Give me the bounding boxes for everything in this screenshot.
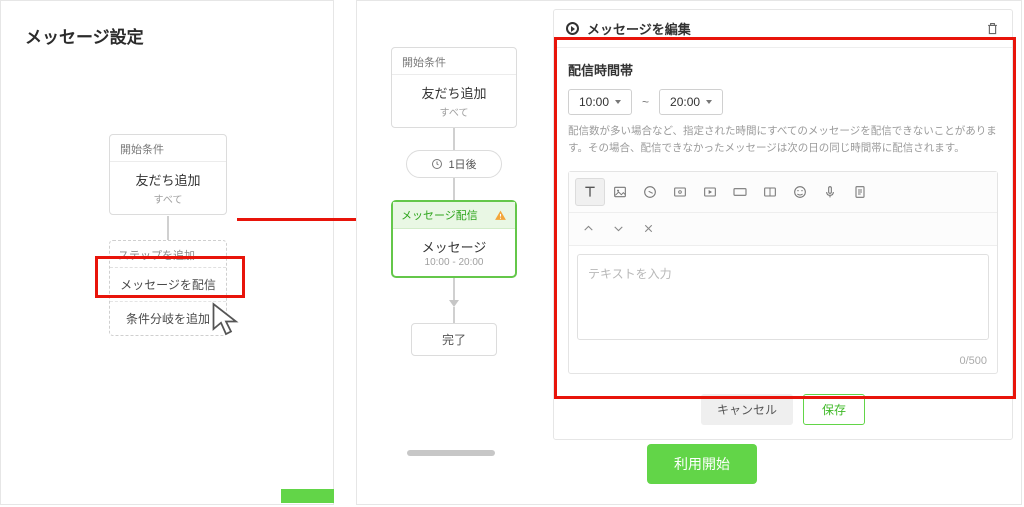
time-to-value: 20:00 xyxy=(670,95,700,109)
toolbar-voice-button[interactable] xyxy=(815,178,845,206)
connector-line xyxy=(167,216,169,240)
char-counter: 0/500 xyxy=(569,353,997,373)
right-panel: 開始条件 友だち追加 すべて 1日後 メッセージ配信 メッセージ 10:00 -… xyxy=(356,0,1022,505)
edit-panel-header: メッセージを編集 xyxy=(554,10,1012,48)
horizontal-scrollbar[interactable] xyxy=(407,450,495,456)
remove-block-button[interactable] xyxy=(635,217,661,241)
message-card-label: メッセージ xyxy=(393,229,515,257)
flow-message-card[interactable]: メッセージ配信 メッセージ 10:00 - 20:00 xyxy=(391,200,517,278)
toolbar-video-button[interactable] xyxy=(695,178,725,206)
flow-start-card[interactable]: 開始条件 友だち追加 すべて xyxy=(109,134,227,215)
move-down-button[interactable] xyxy=(605,217,631,241)
save-button[interactable]: 保存 xyxy=(803,394,865,425)
chevron-down-icon xyxy=(615,100,621,104)
flow-start-card[interactable]: 開始条件 友だち追加 すべて xyxy=(391,47,517,128)
editor-toolbar xyxy=(569,172,997,213)
message-card-header: メッセージ配信 xyxy=(401,207,478,223)
message-card-time: 10:00 - 20:00 xyxy=(393,257,515,276)
cursor-icon xyxy=(211,301,241,337)
move-up-button[interactable] xyxy=(575,217,601,241)
toolbar-survey-button[interactable] xyxy=(845,178,875,206)
edit-message-panel: メッセージを編集 配信時間帯 10:00 ~ 20:00 配信数が多い場合など、… xyxy=(553,9,1013,440)
page-title: メッセージ設定 xyxy=(1,1,333,56)
clock-icon xyxy=(431,158,443,170)
start-card-sub: すべて xyxy=(392,104,516,127)
flow-done-card[interactable]: 完了 xyxy=(411,323,497,356)
connector-line xyxy=(453,178,455,200)
start-usage-button[interactable]: 利用開始 xyxy=(647,444,757,484)
start-card-header: 開始条件 xyxy=(110,135,226,162)
scroll-indicator xyxy=(281,489,334,503)
message-editor: 0/500 xyxy=(568,171,998,374)
menu-item-add-branch[interactable]: 条件分岐を追加 xyxy=(110,302,226,335)
trash-icon[interactable] xyxy=(985,21,1000,36)
warning-icon xyxy=(494,209,507,222)
start-card-sub: すべて xyxy=(110,191,226,214)
play-circle-icon xyxy=(566,22,579,35)
wait-pill[interactable]: 1日後 xyxy=(406,150,502,178)
add-step-header: ステップを追加 xyxy=(110,241,226,268)
toolbar-sticker-button[interactable] xyxy=(635,178,665,206)
toolbar-coupon-button[interactable] xyxy=(665,178,695,206)
left-panel: メッセージ設定 開始条件 友だち追加 すべて ステップを追加 メッセージを配信 … xyxy=(0,0,334,505)
time-from-select[interactable]: 10:00 xyxy=(568,89,632,115)
toolbar-card-button[interactable] xyxy=(725,178,755,206)
menu-item-deliver-message[interactable]: メッセージを配信 xyxy=(110,268,226,302)
toolbar-emoji-button[interactable] xyxy=(785,178,815,206)
time-to-select[interactable]: 20:00 xyxy=(659,89,723,115)
arrow-down-icon xyxy=(449,300,459,307)
start-card-label: 友だち追加 xyxy=(392,75,516,104)
connector-line xyxy=(453,307,455,323)
chevron-down-icon xyxy=(706,100,712,104)
start-card-label: 友だち追加 xyxy=(110,162,226,191)
connector-line xyxy=(453,278,455,300)
toolbar-image-button[interactable] xyxy=(605,178,635,206)
cancel-button[interactable]: キャンセル xyxy=(701,394,793,425)
connector-line xyxy=(453,128,455,150)
editor-toolbar-secondary xyxy=(569,213,997,246)
edit-panel-title: メッセージを編集 xyxy=(587,19,691,38)
tilde-separator: ~ xyxy=(642,95,649,109)
toolbar-richcard-button[interactable] xyxy=(755,178,785,206)
start-card-header: 開始条件 xyxy=(392,48,516,75)
left-flow: 開始条件 友だち追加 すべて ステップを追加 メッセージを配信 条件分岐を追加 xyxy=(1,56,333,476)
section-label-time: 配信時間帯 xyxy=(568,60,998,79)
add-step-box: ステップを追加 メッセージを配信 条件分岐を追加 xyxy=(109,240,227,336)
help-text: 配信数が多い場合など、指定された時間にすべてのメッセージを配信できないことがあり… xyxy=(568,123,998,157)
right-flow: 開始条件 友だち追加 すべて 1日後 メッセージ配信 メッセージ 10:00 -… xyxy=(381,47,527,356)
toolbar-text-button[interactable] xyxy=(575,178,605,206)
message-textarea[interactable] xyxy=(577,254,989,340)
wait-label: 1日後 xyxy=(448,156,476,172)
time-from-value: 10:00 xyxy=(579,95,609,109)
